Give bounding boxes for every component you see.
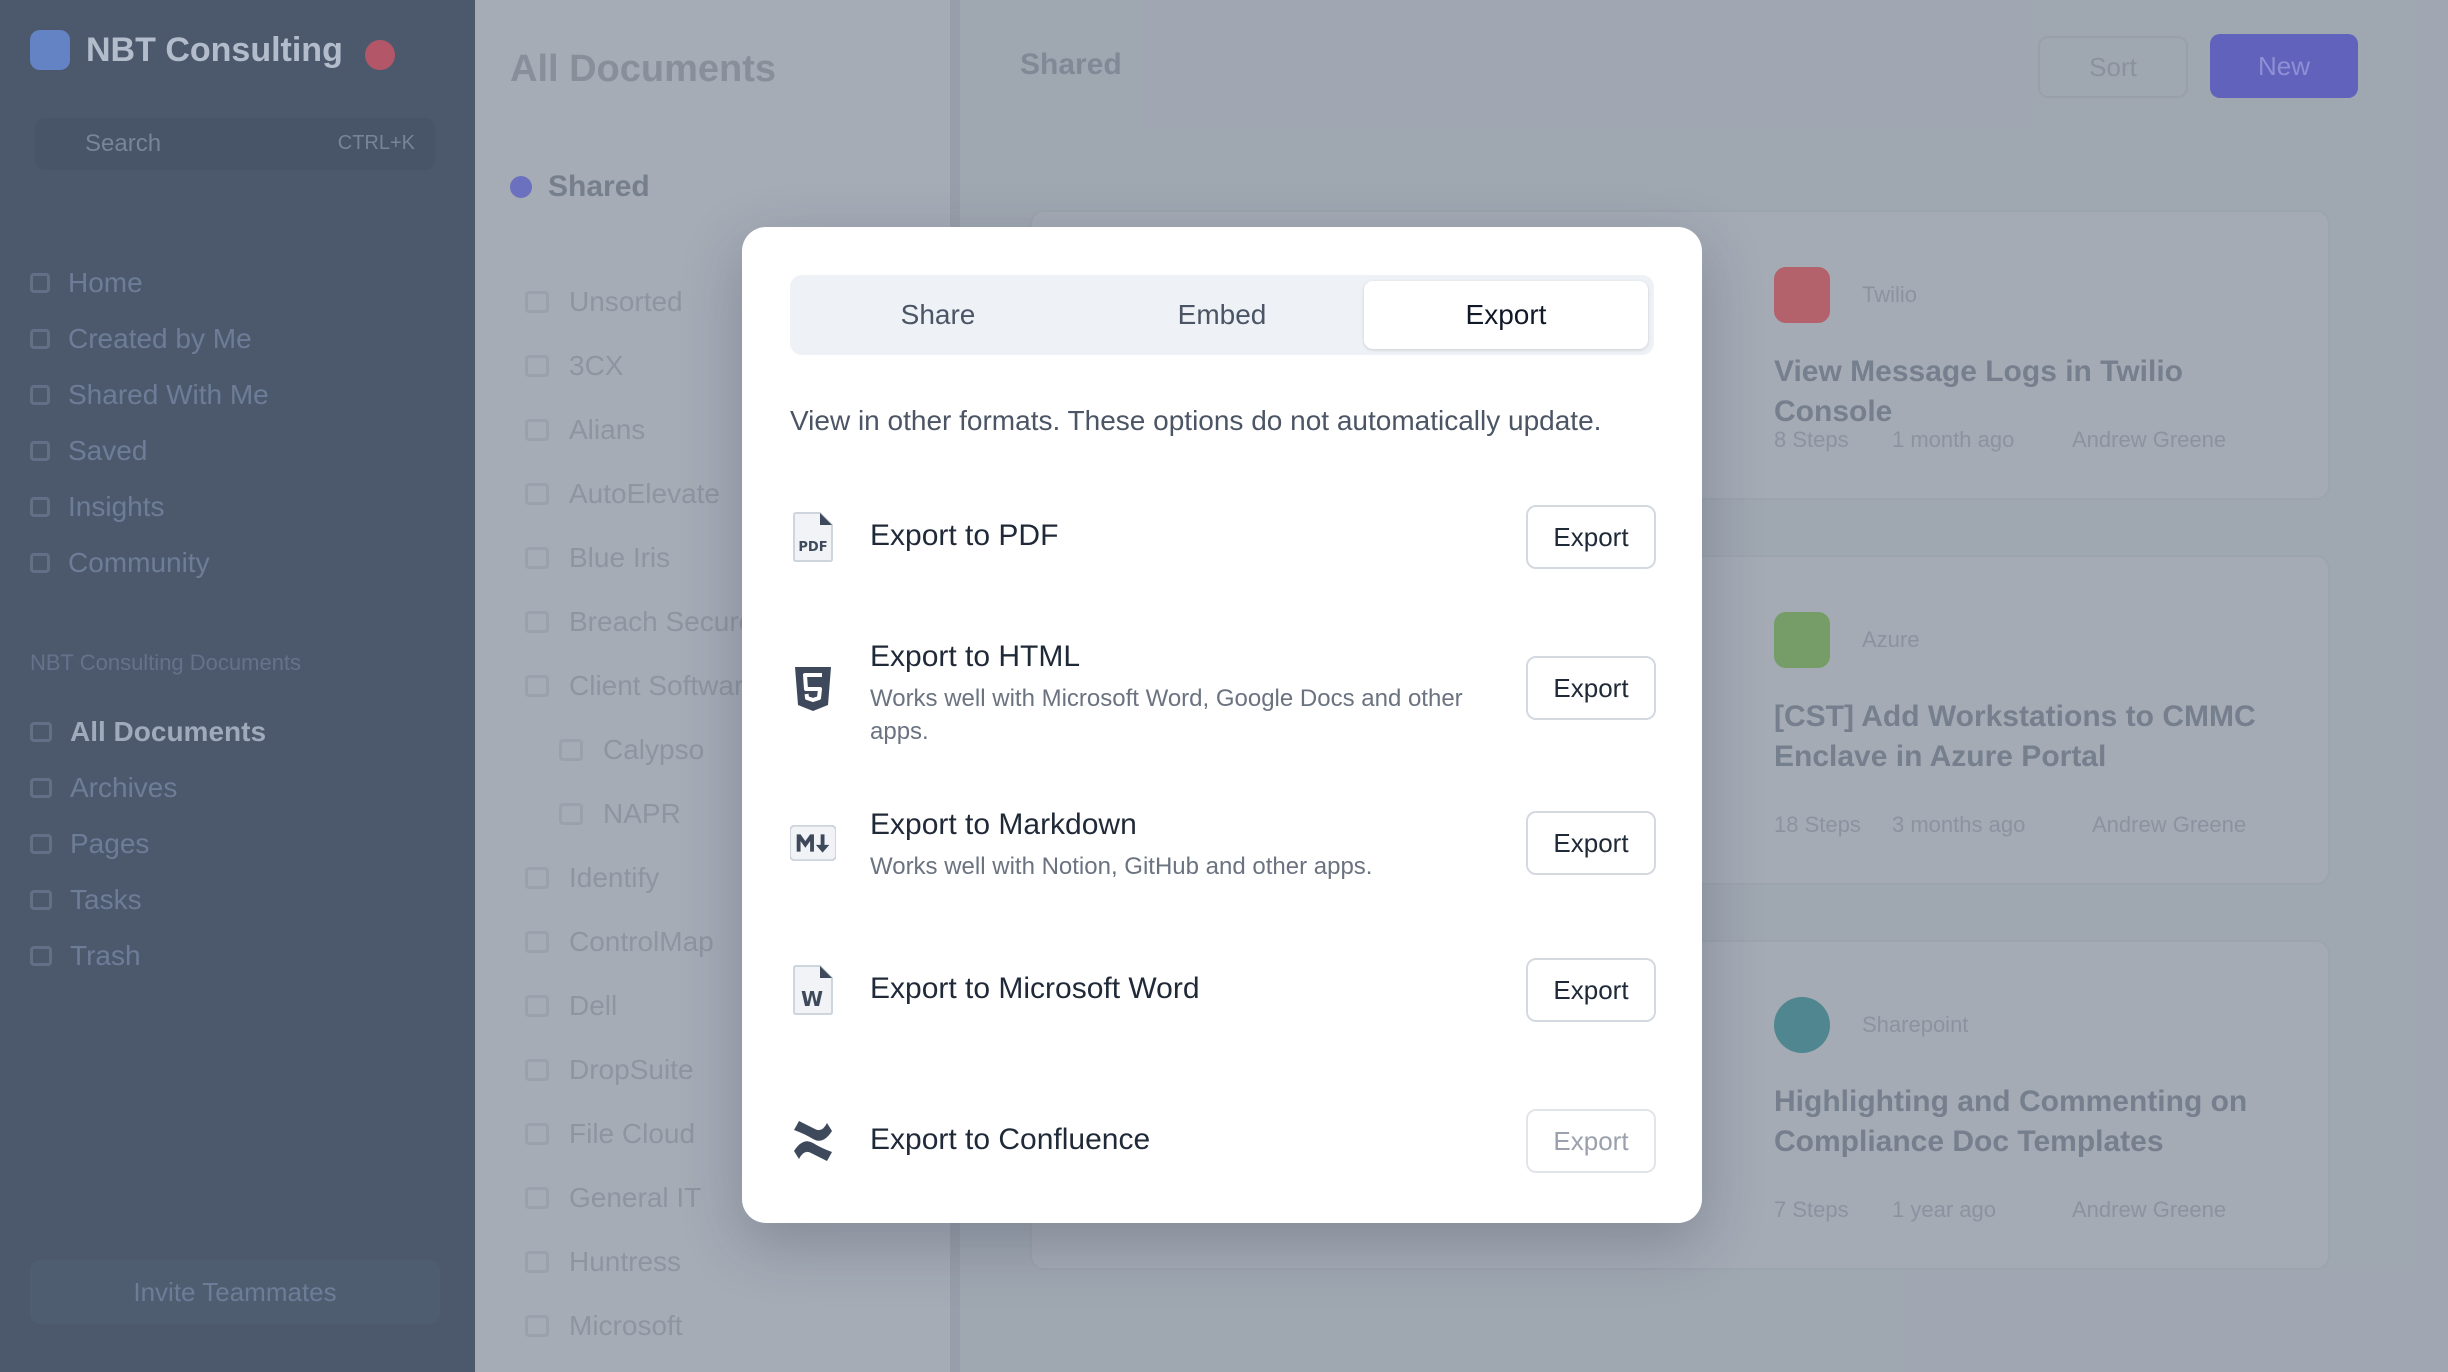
dialog-tabs: Share Embed Export [790,275,1654,355]
export-option-description: Works well with Microsoft Word, Google D… [870,685,1463,745]
export-option-text: Export to Microsoft Word [870,972,1200,1006]
tab-export[interactable]: Export [1364,281,1648,349]
export-confluence-button[interactable]: Export [1526,1109,1656,1173]
export-option-label: Export to Microsoft Word [870,972,1200,1005]
export-option-text: Export to HTML Works well with Microsoft… [870,640,1490,748]
export-html-button[interactable]: Export [1526,656,1656,720]
svg-text:W: W [801,987,823,1011]
export-option-text: Export to Confluence [870,1123,1150,1157]
export-option-html: Export to HTML Works well with Microsoft… [790,640,1656,750]
export-word-button[interactable]: Export [1526,958,1656,1022]
export-option-description: Works well with Notion, GitHub and other… [870,853,1373,880]
export-description: View in other formats. These options do … [790,405,1602,436]
svg-text:PDF: PDF [798,540,827,555]
export-option-confluence: Export to Confluence Export [790,1109,1656,1173]
html5-icon [790,662,836,716]
export-option-text: Export to PDF [870,519,1058,553]
export-option-text: Export to Markdown Works well with Notio… [870,808,1490,883]
export-option-label: Export to Markdown [870,808,1137,841]
share-export-dialog: Share Embed Export View in other formats… [742,227,1702,1223]
export-option-markdown: Export to Markdown Works well with Notio… [790,808,1656,880]
confluence-icon [790,1114,836,1168]
export-option-pdf: PDF Export to PDF Export [790,505,1656,569]
pdf-file-icon: PDF [790,510,836,564]
export-option-word: W Export to Microsoft Word Export [790,958,1656,1022]
tab-embed[interactable]: Embed [1080,281,1364,349]
word-file-icon: W [790,963,836,1017]
export-markdown-button[interactable]: Export [1526,811,1656,875]
export-pdf-button[interactable]: Export [1526,505,1656,569]
markdown-icon [790,816,836,870]
export-option-label: Export to PDF [870,519,1059,552]
export-option-label: Export to HTML [870,640,1081,673]
export-option-label: Export to Confluence [870,1123,1151,1156]
tab-share[interactable]: Share [796,281,1080,349]
